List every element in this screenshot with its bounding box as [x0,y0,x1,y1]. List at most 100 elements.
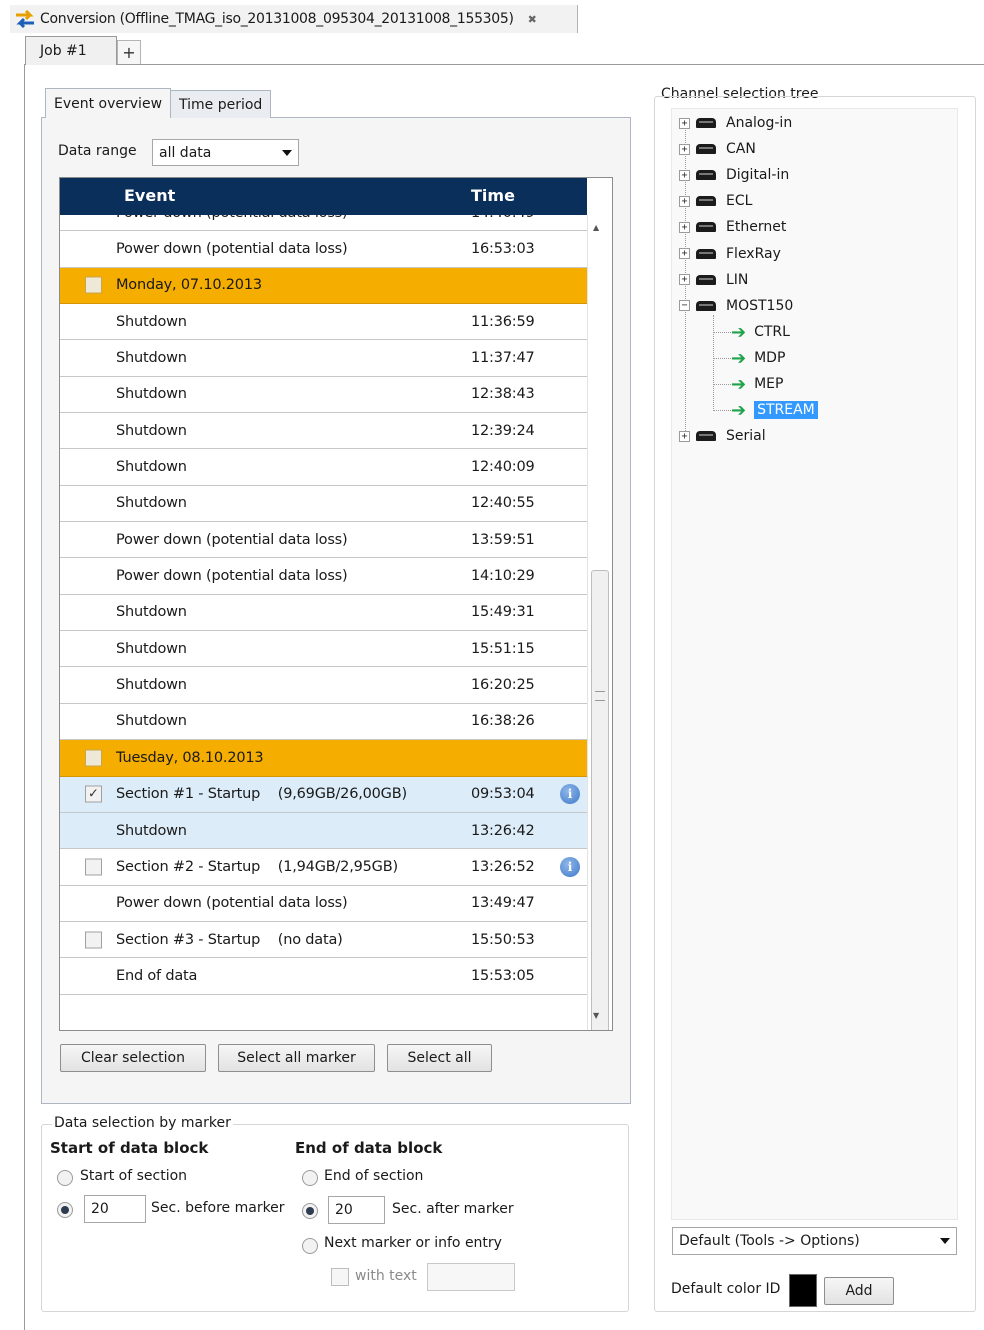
table-row[interactable]: Shutdown 11:37:47 [60,340,587,377]
select-all-marker-button[interactable]: Select all marker [218,1044,375,1072]
table-row[interactable]: Shutdown 16:38:26 [60,703,587,741]
tree-node[interactable]: + ECL [679,189,752,213]
expand-icon[interactable]: + [679,430,690,442]
clear-selection-label: Clear selection [81,1050,185,1066]
tree-child-node[interactable]: ➔ MDP [731,346,785,370]
green-arrow-icon: ➔ [731,321,747,343]
color-profile-select[interactable]: Default (Tools -> Options) [672,1227,957,1255]
marker-group-title: Data selection by marker [52,1115,233,1131]
table-row[interactable]: Section #2 - Startup (1,94GB/2,95GB) 13:2… [60,849,587,886]
color-swatch[interactable] [789,1274,817,1307]
chevron-down-icon [940,1238,950,1244]
row-checkbox[interactable]: ✓ [85,785,102,803]
tree-node-label: CAN [726,141,756,158]
row-checkbox[interactable] [85,276,102,294]
data-range-select[interactable]: all data [152,139,299,166]
table-row[interactable]: Shutdown 12:39:24 [60,413,587,450]
tree-child-node[interactable]: ➔ MEP [731,372,783,396]
tree-node[interactable]: + Serial [679,424,766,448]
table-row[interactable]: Shutdown 12:40:09 [60,449,587,486]
add-color-button[interactable]: Add [824,1277,894,1305]
green-arrow-icon: ➔ [731,373,747,395]
add-tab-button[interactable]: + [117,40,141,64]
with-text-checkbox[interactable] [331,1268,349,1286]
event-cell: Shutdown [116,604,187,621]
document-tab[interactable]: Conversion (Offline_TMAG_iso_20131008_09… [10,5,578,33]
device-icon [696,196,716,207]
tree-child-node[interactable]: ➔ STREAM [731,398,818,422]
end-seconds-input[interactable]: 20 [328,1196,385,1224]
scroll-down-icon[interactable]: ▼ [593,1011,599,1020]
tree-node[interactable]: − MOST150 [679,294,793,318]
tree-node[interactable]: + LIN [679,268,748,292]
table-row[interactable]: Power down (potential data loss) 16:53:03 [60,231,587,268]
table-row[interactable]: Shutdown 12:38:43 [60,376,587,414]
expand-icon[interactable]: + [679,274,690,286]
expand-icon[interactable]: + [679,117,690,129]
collapse-icon[interactable]: − [679,300,690,312]
table-row[interactable]: Shutdown 12:40:55 [60,485,587,523]
tree-node[interactable]: + Analog-in [679,111,792,135]
table-row[interactable]: ✓ Section #1 - Startup (9,69GB/26,00GB) 09… [60,776,587,813]
event-cell: Power down (potential data loss) [116,531,348,548]
end-of-section-radio[interactable] [302,1170,318,1186]
event-cell: Power down (potential data loss) [116,241,348,258]
table-row[interactable]: Shutdown 13:26:42 [60,812,587,850]
tree-node[interactable]: + Digital-in [679,163,789,187]
next-marker-radio[interactable] [302,1238,318,1254]
tab-time-period[interactable]: Time period [170,90,272,118]
start-seconds-input[interactable]: 20 [84,1195,146,1223]
row-checkbox[interactable] [85,858,102,876]
tree-node[interactable]: + CAN [679,137,756,161]
row-checkbox[interactable] [85,931,102,949]
table-row[interactable]: Shutdown 11:36:59 [60,304,587,341]
clear-selection-button[interactable]: Clear selection [60,1044,206,1072]
start-seconds-radio[interactable] [57,1202,73,1218]
scroll-thumb[interactable] [591,570,609,1030]
with-text-input[interactable] [427,1263,515,1291]
end-block-heading: End of data block [295,1139,443,1157]
start-of-section-radio[interactable] [57,1170,73,1186]
close-icon[interactable]: ✖ [528,13,537,26]
add-color-label: Add [845,1283,873,1299]
end-seconds-radio[interactable] [302,1203,318,1219]
table-row[interactable]: Shutdown 15:49:31 [60,594,587,632]
select-all-button[interactable]: Select all [387,1044,492,1072]
scroll-up-icon[interactable]: ▲ [593,223,599,232]
time-cell: 13:49:47 [471,895,535,912]
tab-job-1[interactable]: Job #1 [25,36,117,65]
device-icon [696,144,716,155]
column-header-event[interactable]: Event [124,186,175,205]
info-icon[interactable]: i [560,784,580,805]
table-row[interactable]: Shutdown 15:51:15 [60,631,587,668]
expand-icon[interactable]: + [679,221,690,233]
event-cell: Shutdown [116,677,187,694]
tree-node[interactable]: + Ethernet [679,215,786,239]
time-cell: 13:59:51 [471,531,535,548]
event-table-header: Event Time [60,178,587,215]
tree-child-node[interactable]: ➔ CTRL [731,320,790,344]
device-icon [696,300,716,311]
info-icon[interactable]: i [560,856,580,877]
expand-icon[interactable]: + [679,195,690,207]
tab-event-overview[interactable]: Event overview [45,88,172,118]
day-group-row[interactable]: Tuesday, 08.10.2013 [60,740,587,777]
table-row[interactable]: Power down (potential data loss) 14:10:29 [60,558,587,595]
select-all-marker-label: Select all marker [237,1050,356,1066]
table-row[interactable]: End of data 15:53:05 [60,958,587,995]
table-row[interactable]: Section #3 - Startup (no data) 15:50:53 [60,921,587,959]
expand-icon[interactable]: + [679,248,690,259]
day-group-row[interactable]: Monday, 07.10.2013 [60,267,587,305]
column-header-time[interactable]: Time [471,186,515,205]
event-table: Power down (potential data loss)14:40:49… [59,177,613,1031]
expand-icon[interactable]: + [679,169,690,181]
row-checkbox[interactable] [85,749,102,767]
table-row[interactable]: Power down (potential data loss) 13:59:51 [60,522,587,559]
expand-icon[interactable]: + [679,143,690,155]
table-row[interactable]: Shutdown 16:20:25 [60,667,587,704]
tree-node[interactable]: + FlexRay [679,242,781,266]
time-cell: 16:53:03 [471,241,535,258]
table-row[interactable]: Power down (potential data loss) 13:49:47 [60,885,587,922]
tab-time-period-label: Time period [179,96,263,113]
event-cell: Power down (potential data loss) [116,568,348,585]
